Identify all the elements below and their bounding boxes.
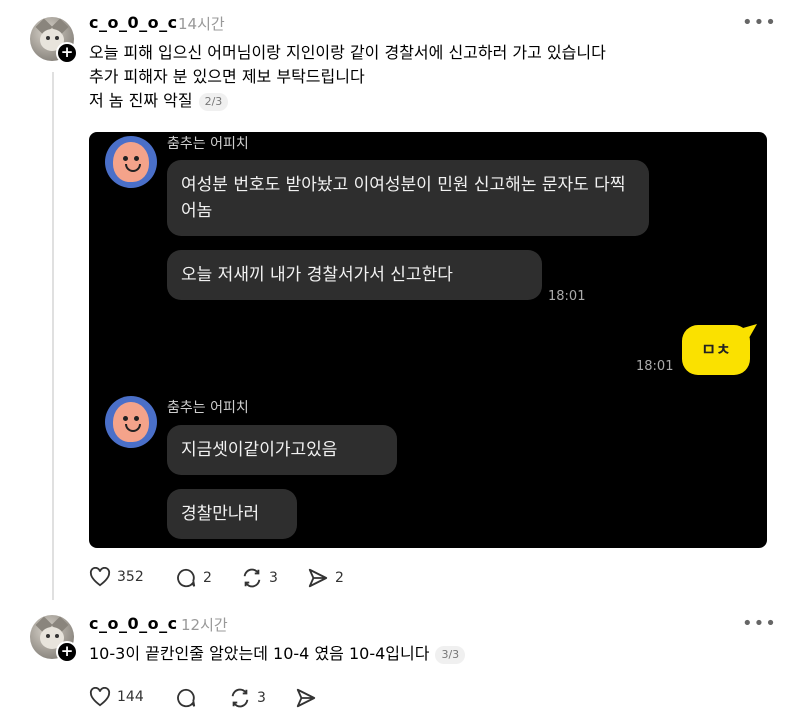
repost-count: 3 (269, 570, 278, 586)
repost-count: 3 (257, 690, 266, 706)
chat-timestamp: 18:01 (636, 359, 674, 374)
thread-connector-line (52, 72, 54, 600)
attached-chat-screenshot[interactable]: 춤추는 어피치 여성분 번호도 받아놨고 이여성분이 민원 신고해논 문자도 다… (89, 132, 767, 548)
chat-bubble: 오늘 저새끼 내가 경찰서가서 신고한다 (167, 250, 542, 300)
post-line: 추가 피해자 분 있으면 제보 부탁드립니다 (89, 67, 365, 86)
repost-icon (231, 688, 249, 708)
comment-button[interactable] (175, 687, 203, 709)
page-indicator: 2/3 (198, 92, 229, 111)
send-icon (296, 688, 316, 708)
comment-count: 2 (203, 570, 212, 586)
comment-icon (177, 688, 196, 708)
heart-icon (89, 567, 111, 587)
share-count: 2 (335, 570, 344, 586)
like-count: 352 (117, 569, 144, 585)
repost-button[interactable]: 3 (229, 687, 266, 709)
follow-plus-icon[interactable]: + (56, 641, 78, 663)
chat-bubble: 지금셋이같이가고있음 (167, 425, 397, 475)
chat-bubble: 여성분 번호도 받아놨고 이여성분이 민원 신고해논 문자도 다찍어놈 (167, 160, 649, 236)
like-button[interactable]: 144 (89, 687, 144, 707)
sender-avatar (105, 396, 157, 448)
more-options-icon[interactable]: ••• (742, 613, 777, 634)
sender-name: 춤추는 어피치 (167, 136, 249, 152)
comment-icon (177, 568, 196, 588)
bubble-tail-icon (743, 324, 757, 338)
post-line: 저 놈 진짜 악질 (89, 91, 193, 110)
comment-button[interactable]: 2 (175, 567, 212, 589)
username[interactable]: c_o_0_o_c (89, 13, 178, 32)
repost-button[interactable]: 3 (241, 567, 278, 589)
chat-bubble: 경찰만나러 (167, 489, 297, 539)
share-button[interactable] (295, 687, 323, 709)
post-time: 14시간 (178, 15, 225, 33)
follow-plus-icon[interactable]: + (56, 42, 78, 64)
more-options-icon[interactable]: ••• (742, 12, 777, 33)
share-button[interactable]: 2 (307, 567, 344, 589)
post-line: 오늘 피해 입으신 어머님이랑 지인이랑 같이 경찰서에 신고하러 가고 있습니… (89, 43, 606, 62)
send-icon (308, 568, 328, 588)
username[interactable]: c_o_0_o_c (89, 614, 178, 633)
chat-timestamp: 18:01 (548, 289, 586, 304)
sender-avatar (105, 136, 157, 188)
repost-icon (243, 568, 261, 588)
post-text: 오늘 피해 입으신 어머님이랑 지인이랑 같이 경찰서에 신고하러 가고 있습니… (89, 41, 779, 113)
my-chat-bubble: ㅁㅊ (682, 325, 750, 375)
like-button[interactable]: 352 (89, 567, 144, 587)
post-text: 10-3이 끝칸인줄 알았는데 10-4 였음 10-4입니다 3/3 (89, 642, 779, 666)
heart-icon (89, 687, 111, 707)
page-indicator: 3/3 (435, 645, 466, 664)
like-count: 144 (117, 689, 144, 705)
sender-name: 춤추는 어피치 (167, 400, 249, 416)
post-time: 12시간 (181, 616, 228, 634)
